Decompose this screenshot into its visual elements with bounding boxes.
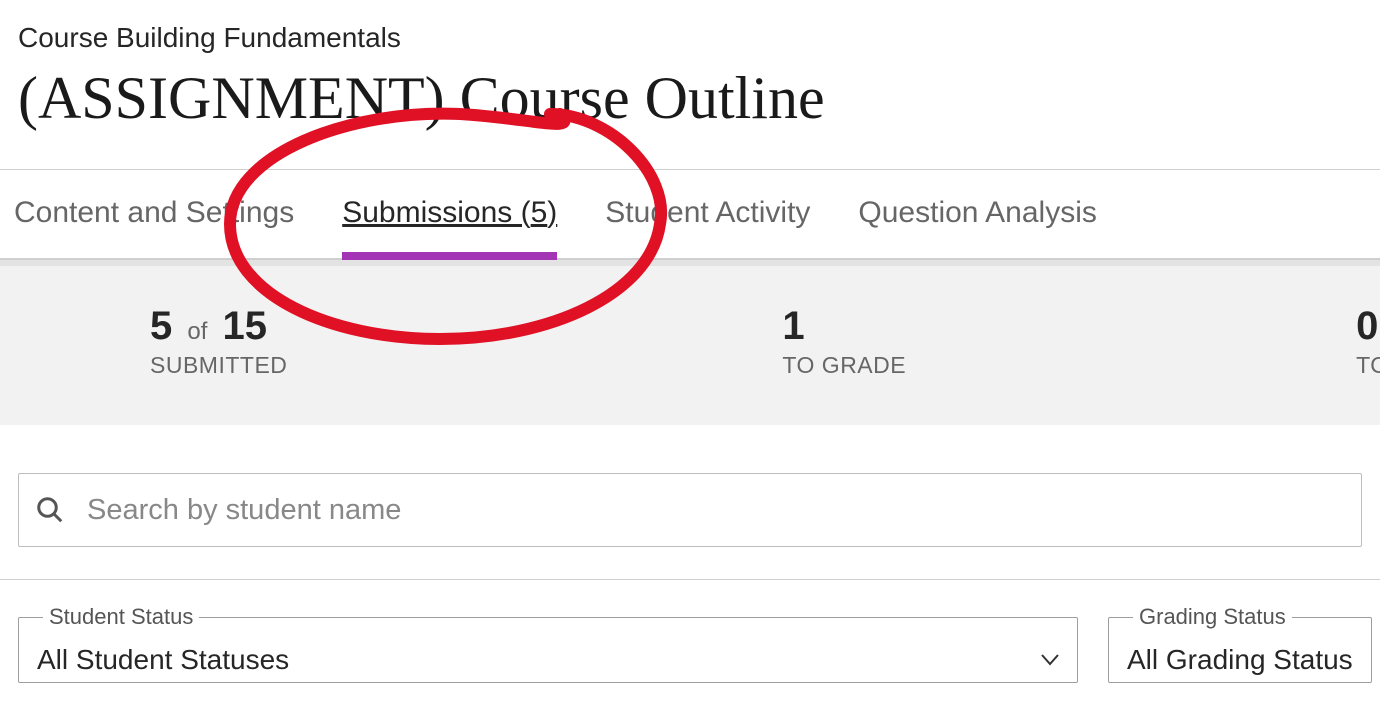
tab-content-and-settings[interactable]: Content and Settings bbox=[14, 196, 294, 260]
stat-submitted-count: 5 bbox=[150, 304, 172, 348]
tab-submissions[interactable]: Submissions (5) bbox=[342, 196, 557, 260]
stat-submitted: 5 of 15 SUBMITTED bbox=[0, 306, 287, 379]
tab-submissions-count: 5 bbox=[531, 196, 548, 229]
search-input[interactable] bbox=[87, 494, 1345, 527]
student-status-legend: Student Status bbox=[43, 604, 199, 630]
grading-status-value: All Grading Status bbox=[1127, 644, 1353, 676]
stats-bar: 5 of 15 SUBMITTED 1 TO GRADE 0 TO P bbox=[0, 260, 1380, 425]
stat-to-post-label: TO P bbox=[1356, 352, 1380, 379]
tab-submissions-prefix: Submissions ( bbox=[342, 196, 530, 229]
search-icon bbox=[35, 495, 65, 525]
search-box[interactable] bbox=[18, 473, 1362, 547]
stat-to-grade-count: 1 bbox=[782, 304, 804, 348]
stat-submitted-total: 15 bbox=[223, 304, 268, 348]
course-name-breadcrumb[interactable]: Course Building Fundamentals bbox=[18, 22, 1380, 54]
tabs-container: Content and Settings Submissions (5) Stu… bbox=[0, 169, 1380, 260]
stat-to-post-count: 0 bbox=[1356, 304, 1378, 348]
stat-to-grade: 1 TO GRADE bbox=[287, 306, 906, 379]
chevron-down-icon bbox=[1041, 654, 1059, 666]
stat-to-grade-label: TO GRADE bbox=[782, 352, 906, 379]
stat-submitted-label: SUBMITTED bbox=[150, 352, 287, 379]
tab-student-activity[interactable]: Student Activity bbox=[605, 196, 810, 260]
stat-to-post: 0 TO P bbox=[906, 306, 1380, 379]
student-status-value: All Student Statuses bbox=[37, 644, 289, 676]
student-status-filter[interactable]: Student Status All Student Statuses bbox=[18, 604, 1078, 683]
stat-submitted-of: of bbox=[187, 318, 207, 345]
grading-status-filter[interactable]: Grading Status All Grading Status bbox=[1108, 604, 1372, 683]
tab-submissions-suffix: ) bbox=[547, 196, 557, 229]
grading-status-legend: Grading Status bbox=[1133, 604, 1292, 630]
page-title: (ASSIGNMENT) Course Outline bbox=[18, 64, 1380, 133]
tab-question-analysis[interactable]: Question Analysis bbox=[858, 196, 1096, 260]
